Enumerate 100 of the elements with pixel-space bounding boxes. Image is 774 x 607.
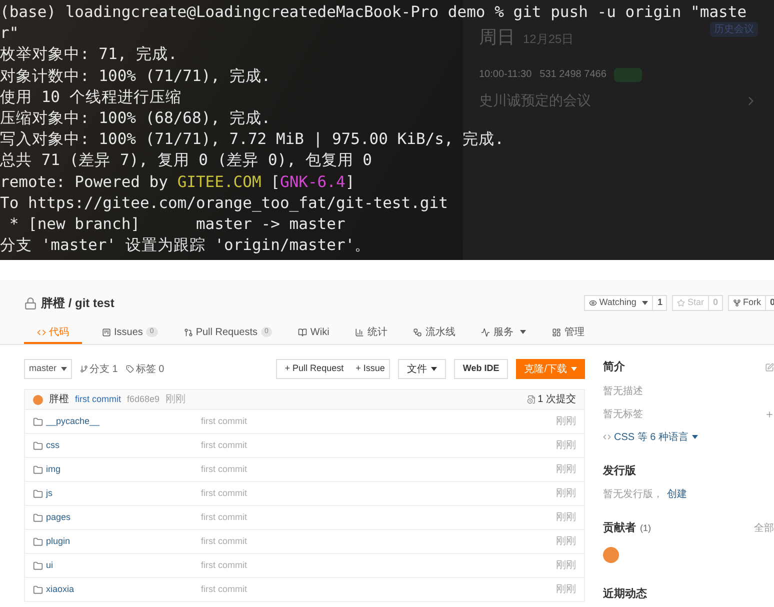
file-commit-message: first commit: [201, 462, 248, 476]
repo-tab[interactable]: 统计: [343, 322, 400, 344]
file-name[interactable]: pages: [46, 510, 201, 524]
commit-author[interactable]: 胖橙: [49, 392, 69, 407]
file-name[interactable]: __pycache__: [46, 414, 201, 428]
folder-icon: [33, 536, 43, 546]
repo-title[interactable]: 胖橙 / git test: [41, 294, 114, 312]
terminal-line: * [new branch] master -> master: [8, 214, 346, 236]
repo-tab[interactable]: Wiki: [286, 322, 342, 344]
file-button[interactable]: 文件: [398, 359, 446, 379]
terminal-line: 总共 71 (差异 7), 复用 0 (差异 0), 包复用 0: [0, 150, 372, 172]
action-count: 0: [708, 296, 722, 310]
action-count: 1: [652, 296, 666, 310]
terminal-line: 压缩对象中: 100% (68/68), 完成.: [0, 108, 271, 130]
file-commit-message: first commit: [201, 534, 248, 548]
terminal-line: (base) loadingcreate@LoadingcreatedeMacBook-Pro demo % git push -u origin "maste: [0, 2, 747, 23]
folder-icon: [33, 584, 43, 594]
edit-icon[interactable]: [765, 362, 774, 372]
commit-time: 刚刚: [166, 393, 186, 407]
folder-icon: [33, 560, 43, 570]
file-commit-message: first commit: [201, 486, 248, 500]
caret-icon: [430, 367, 437, 371]
terminal-line: 写入对象中: 100% (71/71), 7.72 MiB | 975.00 KiB/s, 完成.: [0, 129, 504, 150]
commit-message-link[interactable]: first commit: [75, 392, 121, 406]
plus-icon[interactable]: [765, 410, 774, 418]
board-icon: [102, 328, 111, 336]
languages-dropdown[interactable]: CSS 等 6 种语言: [614, 430, 698, 444]
book-icon: [298, 328, 308, 336]
terminal-line: r": [0, 23, 19, 44]
meeting-title: 史川诚预定的会议: [479, 91, 591, 110]
file-commit-message: first commit: [201, 558, 248, 572]
file-name[interactable]: img: [46, 462, 201, 476]
code-icon: [603, 433, 611, 441]
repo-tab[interactable]: 服务: [469, 322, 538, 344]
folder-icon: [33, 512, 43, 522]
file-time: 刚刚: [556, 463, 576, 477]
fork-icon: [732, 299, 741, 307]
history-icon: [526, 395, 536, 404]
calendar-day: 周日: [479, 24, 515, 51]
branch-count[interactable]: 分支 1: [90, 362, 118, 376]
file-name[interactable]: css: [46, 438, 201, 452]
terminal-line: To https://gitee.com/orange_too_fat/git-test.git: [0, 192, 448, 214]
create-link[interactable]: 创建: [667, 487, 687, 502]
section-title: 发行版: [603, 464, 637, 478]
dashboard-icon: [552, 328, 562, 336]
terminal-line: 枚举对象中: 71, 完成.: [0, 44, 178, 66]
file-commit-message: first commit: [201, 438, 248, 452]
section-title: 简介: [603, 360, 625, 375]
code-icon: [37, 328, 46, 336]
web-ide-button[interactable]: Web IDE: [454, 359, 508, 379]
bar-chart-icon: [355, 328, 364, 336]
section-title: 近期动态: [603, 586, 648, 602]
avatar: [603, 546, 619, 562]
lock-icon: [24, 296, 37, 310]
action-label: Star: [687, 296, 704, 310]
file-time: 刚刚: [556, 535, 576, 549]
action-label: Watching: [599, 296, 636, 310]
repo-tab[interactable]: 流水线: [401, 322, 468, 344]
issue-link[interactable]: + Issue: [352, 362, 389, 376]
caret-icon: [571, 367, 577, 371]
workflow-icon: [413, 328, 422, 336]
caret-icon: [692, 435, 698, 439]
tag-icon: [126, 365, 134, 373]
star-icon: [677, 299, 686, 307]
commit-count[interactable]: 1 次提交: [538, 392, 576, 407]
branch-icon: [80, 365, 88, 373]
repo-tab[interactable]: 管理: [540, 322, 596, 344]
file-name[interactable]: js: [46, 486, 201, 500]
file-time: 刚刚: [556, 415, 576, 429]
file-name[interactable]: ui: [46, 558, 201, 572]
contributor-count: (1): [640, 522, 651, 535]
file-commit-message: first commit: [201, 414, 248, 428]
pull-request-link[interactable]: + Pull Request: [276, 362, 352, 376]
meeting-time: 10:00-11:30: [479, 68, 532, 82]
file-commit-message: first commit: [201, 582, 248, 596]
folder-icon: [33, 464, 43, 474]
caret-icon: [520, 330, 526, 334]
folder-icon: [33, 488, 43, 498]
tag-count[interactable]: 标签 0: [136, 362, 164, 376]
status-badge-shape: [614, 68, 642, 82]
file-name[interactable]: plugin: [46, 534, 201, 548]
pull-request-icon: [184, 328, 193, 336]
file-time: 刚刚: [556, 439, 576, 453]
file-name[interactable]: xiaoxia: [46, 582, 201, 596]
terminal-line: 对象计数中: 100% (71/71), 完成.: [0, 66, 271, 87]
terminal-line: remote: Powered by GITEE.COM [GNK-6.4]: [0, 172, 355, 193]
eye-icon: [589, 299, 598, 307]
terminal-line: 分支 'master' 设置为跟踪 'origin/master'。: [0, 235, 371, 256]
branch-select[interactable]: master: [24, 359, 72, 379]
file-time: 刚刚: [556, 511, 576, 525]
folder-icon: [33, 416, 43, 426]
action-label: Fork: [742, 296, 761, 310]
avatar: [33, 394, 43, 404]
file-commit-message: first commit: [201, 510, 248, 524]
folder-icon: [33, 440, 43, 450]
section-title: 贡献者: [603, 520, 636, 536]
no-description-text: 暂无描述: [603, 384, 644, 398]
caret-icon: [642, 301, 648, 305]
repo-action-button[interactable]: Watching 1: [584, 295, 668, 311]
file-time: 刚刚: [556, 559, 576, 573]
